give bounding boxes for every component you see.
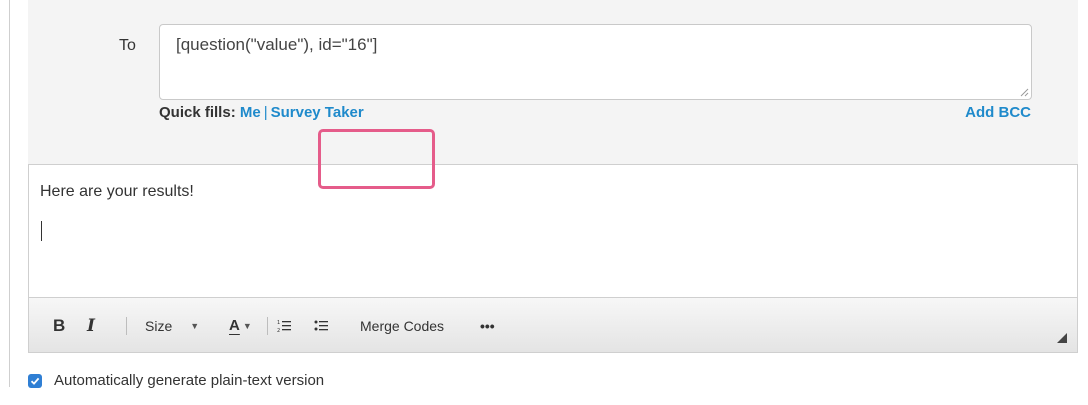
chevron-down-icon: ▼ bbox=[242, 320, 252, 331]
to-input[interactable]: [question("value"), id="16"] bbox=[159, 24, 1032, 100]
size-label: Size bbox=[145, 317, 173, 334]
plain-text-label: Automatically generate plain-text versio… bbox=[54, 372, 325, 389]
recipient-panel: To [question("value"), id="16"] Quick fi… bbox=[28, 0, 1078, 165]
text-caret bbox=[41, 221, 42, 241]
quick-fills: Quick fills: Me | Survey Taker bbox=[159, 104, 364, 121]
left-border-rule bbox=[9, 0, 10, 387]
font-color-icon: A bbox=[229, 317, 240, 334]
plain-text-option: Automatically generate plain-text versio… bbox=[28, 372, 324, 389]
toolbar-divider bbox=[267, 317, 268, 335]
chevron-down-icon: ▼ bbox=[190, 320, 200, 331]
editor-toolbar: B I Size ▼ A ▼ 1 2 Merge Codes ••• bbox=[29, 297, 1077, 352]
quick-fill-separator: | bbox=[263, 104, 268, 121]
add-bcc-link[interactable]: Add BCC bbox=[965, 104, 1031, 121]
bullet-list-button[interactable] bbox=[314, 298, 328, 353]
editor-resize-icon[interactable] bbox=[1057, 333, 1067, 343]
merge-codes-highlight bbox=[318, 129, 435, 189]
resize-grip-icon[interactable] bbox=[1020, 88, 1029, 97]
italic-button[interactable]: I bbox=[87, 298, 95, 353]
quick-fill-survey-taker-link[interactable]: Survey Taker bbox=[271, 104, 364, 121]
quick-fill-me-link[interactable]: Me bbox=[240, 104, 261, 121]
font-color-dropdown[interactable]: A ▼ bbox=[229, 298, 252, 353]
more-options-button[interactable]: ••• bbox=[480, 298, 495, 353]
plain-text-checkbox[interactable] bbox=[28, 373, 42, 388]
ordered-list-button[interactable]: 1 2 bbox=[277, 298, 291, 353]
toolbar-divider bbox=[126, 317, 127, 335]
quick-fills-label: Quick fills: bbox=[159, 104, 236, 121]
svg-text:1: 1 bbox=[277, 320, 280, 326]
bold-button[interactable]: B bbox=[53, 298, 65, 353]
size-dropdown[interactable]: Size ▼ bbox=[145, 298, 199, 353]
bullet-list-icon bbox=[314, 320, 328, 330]
checkmark-icon bbox=[30, 377, 40, 385]
editor-body-text: Here are your results! bbox=[40, 183, 194, 200]
to-input-value: [question("value"), id="16"] bbox=[176, 35, 378, 54]
to-label: To bbox=[119, 37, 136, 54]
message-editor: Here are your results! B I Size ▼ A ▼ 1 … bbox=[28, 164, 1078, 353]
ordered-list-icon: 1 2 bbox=[277, 320, 291, 333]
merge-codes-button[interactable]: Merge Codes bbox=[360, 298, 444, 353]
svg-text:2: 2 bbox=[277, 328, 280, 333]
editor-body[interactable]: Here are your results! bbox=[29, 165, 1077, 298]
